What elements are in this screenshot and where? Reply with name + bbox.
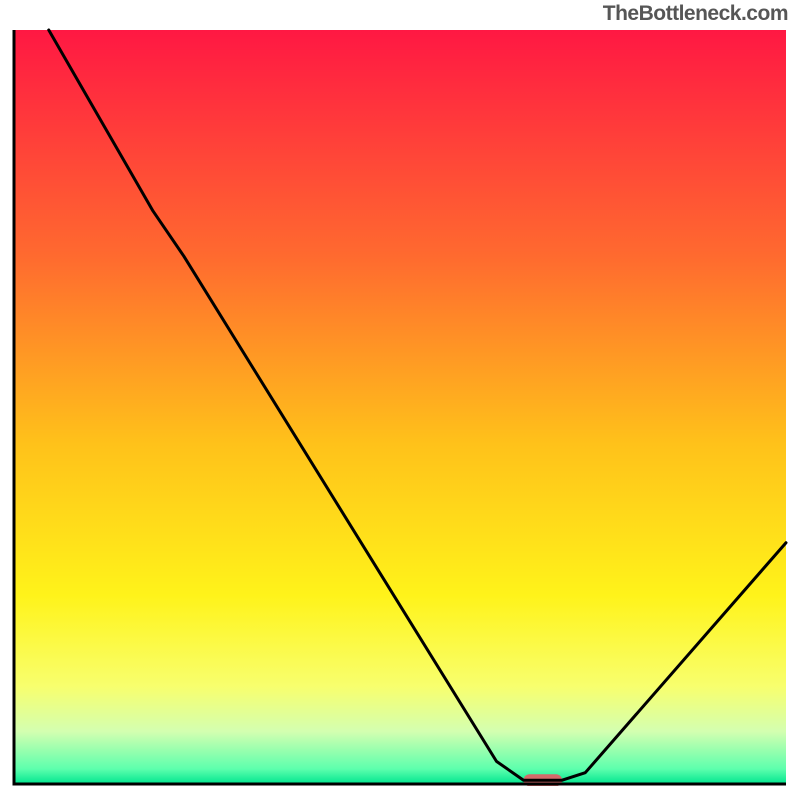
attribution-text: TheBottleneck.com bbox=[603, 2, 788, 26]
chart-background bbox=[14, 30, 786, 784]
chart-svg bbox=[12, 28, 788, 786]
bottleneck-chart bbox=[12, 28, 788, 786]
